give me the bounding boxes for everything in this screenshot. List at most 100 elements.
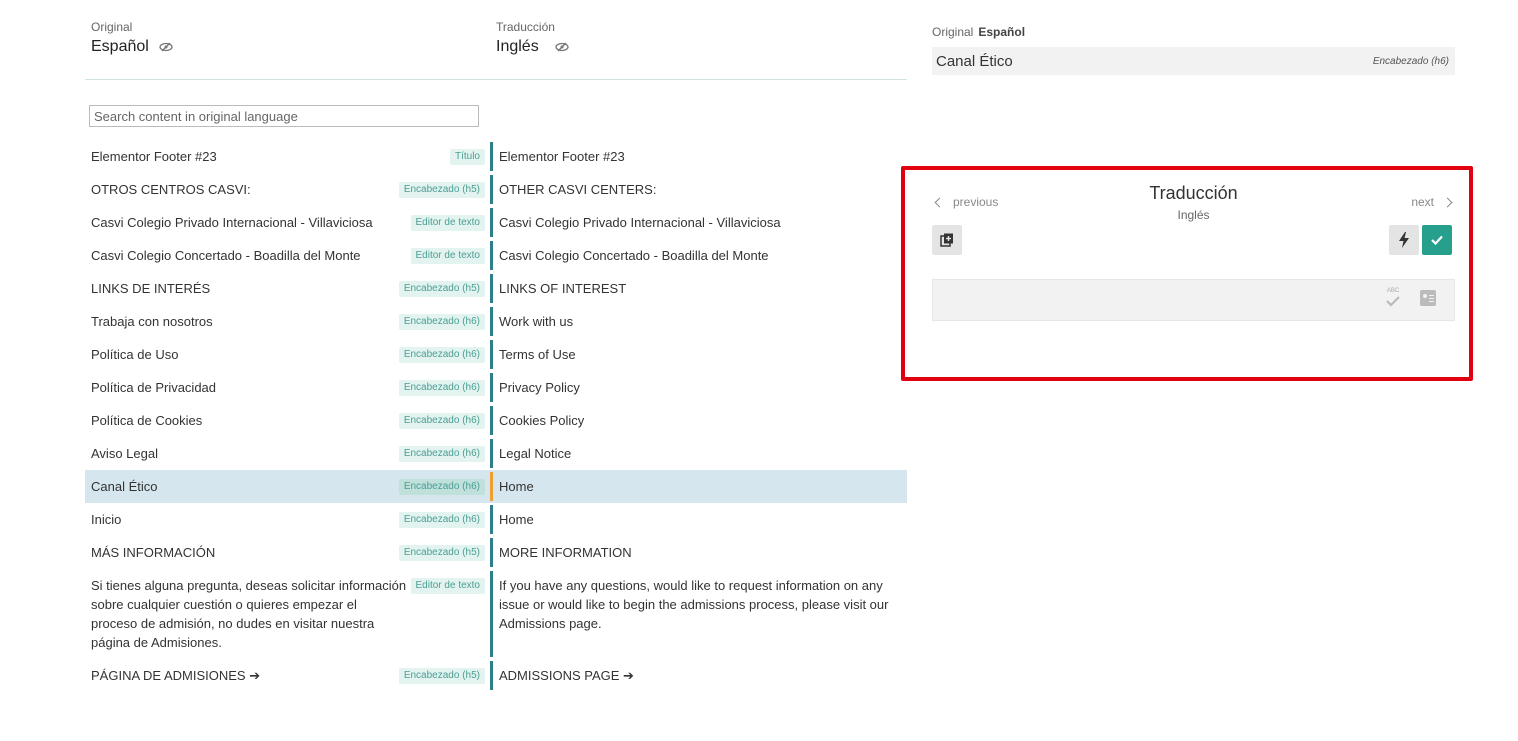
element-type-badge: Editor de texto xyxy=(410,578,485,594)
original-text: Canal Ético xyxy=(936,52,1013,70)
search-input[interactable] xyxy=(89,105,479,127)
table-row[interactable]: MÁS INFORMACIÓN Encabezado (h5) MORE INFOR… xyxy=(85,536,907,569)
translation-input[interactable]: ABC xyxy=(932,279,1455,321)
panel-language: Inglés xyxy=(1177,208,1210,222)
table-row[interactable]: Aviso Legal Encabezado (h6) Legal Notice xyxy=(85,437,907,470)
original-string: Casvi Colegio Privado Internacional - Vi… xyxy=(91,215,373,230)
save-translation-button[interactable] xyxy=(1422,225,1452,255)
translated-string[interactable]: Work with us xyxy=(493,305,907,338)
header-divider xyxy=(85,79,907,80)
original-string: Política de Uso xyxy=(91,347,179,362)
check-icon xyxy=(1431,235,1443,246)
translated-string[interactable]: Home xyxy=(493,503,907,536)
original-cell[interactable]: Inicio Encabezado (h6) xyxy=(85,503,490,536)
translated-string[interactable]: Cookies Policy xyxy=(493,404,907,437)
table-row[interactable]: PÁGINA DE ADMISIONES ➔ Encabezado (h5) ADM… xyxy=(85,659,907,692)
translated-string[interactable]: Terms of Use xyxy=(493,338,907,371)
original-language-name: Español xyxy=(91,38,149,55)
original-string: OTROS CENTROS CASVI: xyxy=(91,182,251,197)
translated-string[interactable]: Legal Notice xyxy=(493,437,907,470)
original-cell[interactable]: Si tienes alguna pregunta, deseas solici… xyxy=(85,569,490,659)
translated-string[interactable]: Casvi Colegio Privado Internacional - Vi… xyxy=(493,206,907,239)
eye-slash-icon[interactable] xyxy=(555,42,569,52)
original-cell[interactable]: Canal Ético Encabezado (h6) xyxy=(85,470,490,503)
element-type-badge: Editor de texto xyxy=(410,248,485,264)
element-type-badge: Encabezado (h6) xyxy=(398,314,485,330)
translation-language-header: Traducción Inglés xyxy=(496,20,569,56)
original-cell[interactable]: Casvi Colegio Concertado - Boadilla del … xyxy=(85,239,490,272)
translation-language: Inglés xyxy=(496,38,569,56)
translated-string[interactable]: ADMISSIONS PAGE ➔ xyxy=(493,659,907,692)
table-row[interactable]: Si tienes alguna pregunta, deseas solici… xyxy=(85,569,907,659)
original-cell[interactable]: MÁS INFORMACIÓN Encabezado (h5) xyxy=(85,536,490,569)
element-type-badge: Encabezado (h6) xyxy=(398,380,485,396)
table-row[interactable]: Casvi Colegio Privado Internacional - Vi… xyxy=(85,206,907,239)
translation-language-name: Inglés xyxy=(496,38,539,55)
table-row[interactable]: Política de Uso Encabezado (h6) Terms of U… xyxy=(85,338,907,371)
table-row[interactable]: Casvi Colegio Concertado - Boadilla del … xyxy=(85,239,907,272)
original-string: Canal Ético xyxy=(91,479,158,494)
next-label: next xyxy=(1411,195,1434,209)
original-cell[interactable]: LINKS DE INTERÉS Encabezado (h5) xyxy=(85,272,490,305)
element-type-badge: Encabezado (h6) xyxy=(398,347,485,363)
original-cell[interactable]: PÁGINA DE ADMISIONES ➔ Encabezado (h5) xyxy=(85,659,490,692)
original-cell[interactable]: Política de Uso Encabezado (h6) xyxy=(85,338,490,371)
table-row[interactable]: Política de Cookies Encabezado (h6) Cookie… xyxy=(85,404,907,437)
table-row[interactable]: Elementor Footer #23 Título Elementor Foot… xyxy=(85,140,907,173)
spellcheck-icon[interactable]: ABC xyxy=(1384,288,1402,308)
original-string: Si tienes alguna pregunta, deseas solici… xyxy=(91,578,407,650)
machine-translate-icon xyxy=(1399,232,1409,248)
element-type-badge: Encabezado (h6) xyxy=(398,479,485,495)
original-text-box: Canal Ético Encabezado (h6) xyxy=(932,47,1455,75)
element-type-badge: Título xyxy=(449,149,485,165)
panel-title: Traducción xyxy=(1149,183,1238,203)
translated-string[interactable]: If you have any questions, would like to… xyxy=(493,569,907,659)
translated-string[interactable]: Home xyxy=(493,470,907,503)
translated-string[interactable]: MORE INFORMATION xyxy=(493,536,907,569)
original-language-header: Original Español xyxy=(91,20,173,56)
original-cell[interactable]: Trabaja con nosotros Encabezado (h6) xyxy=(85,305,490,338)
original-preview: Original Español Canal Ético Encabezado (… xyxy=(932,25,1455,75)
string-list: Elementor Footer #23 Título Elementor Foot… xyxy=(85,140,907,692)
original-cell[interactable]: Política de Cookies Encabezado (h6) xyxy=(85,404,490,437)
original-string: MÁS INFORMACIÓN xyxy=(91,545,216,560)
table-row[interactable]: OTROS CENTROS CASVI: Encabezado (h5) OTHER… xyxy=(85,173,907,206)
element-type-badge: Encabezado (h6) xyxy=(398,512,485,528)
spellcheck-check xyxy=(1386,296,1400,307)
original-cell[interactable]: OTROS CENTROS CASVI: Encabezado (h5) xyxy=(85,173,490,206)
translated-string[interactable]: Elementor Footer #23 xyxy=(493,140,907,173)
eye-slash-icon[interactable] xyxy=(159,42,173,52)
original-string: Política de Privacidad xyxy=(91,380,217,395)
original-string: Trabaja con nosotros xyxy=(91,314,213,329)
table-row[interactable]: Canal Ético Encabezado (h6) Home xyxy=(85,470,907,503)
next-button[interactable]: next xyxy=(1411,195,1453,209)
original-cell[interactable]: Elementor Footer #23 Título xyxy=(85,140,490,173)
translated-string[interactable]: LINKS OF INTEREST xyxy=(493,272,907,305)
element-type-badge: Encabezado (h6) xyxy=(398,413,485,429)
copy-original-icon xyxy=(940,233,953,247)
table-row[interactable]: Inicio Encabezado (h6) Home xyxy=(85,503,907,536)
original-preview-label: Original xyxy=(932,25,974,39)
original-string: Política de Cookies xyxy=(91,413,203,428)
original-cell[interactable]: Casvi Colegio Privado Internacional - Vi… xyxy=(85,206,490,239)
element-type-badge: Encabezado (h6) xyxy=(398,446,485,462)
original-preview-language: Español xyxy=(978,25,1026,39)
original-kind: Encabezado (h6) xyxy=(1372,55,1449,67)
table-row[interactable]: Trabaja con nosotros Encabezado (h6) Work … xyxy=(85,305,907,338)
copy-original-button[interactable] xyxy=(932,225,962,255)
original-cell[interactable]: Política de Privacidad Encabezado (h6) xyxy=(85,371,490,404)
translated-string[interactable]: Privacy Policy xyxy=(493,371,907,404)
translated-string[interactable]: OTHER CASVI CENTERS: xyxy=(493,173,907,206)
machine-translate-button[interactable] xyxy=(1389,225,1419,255)
translation-caption: Traducción xyxy=(496,20,555,34)
spellcheck-abc: ABC xyxy=(1386,288,1400,294)
element-type-badge: Editor de texto xyxy=(410,215,485,231)
table-row[interactable]: Política de Privacidad Encabezado (h6) Pri… xyxy=(85,371,907,404)
element-type-badge: Encabezado (h5) xyxy=(398,668,485,684)
element-type-badge: Encabezado (h5) xyxy=(398,182,485,198)
original-cell[interactable]: Aviso Legal Encabezado (h6) xyxy=(85,437,490,470)
glossary-icon[interactable] xyxy=(1420,290,1436,306)
element-type-badge: Encabezado (h5) xyxy=(398,281,485,297)
translated-string[interactable]: Casvi Colegio Concertado - Boadilla del … xyxy=(493,239,907,272)
table-row[interactable]: LINKS DE INTERÉS Encabezado (h5) LINKS OF … xyxy=(85,272,907,305)
